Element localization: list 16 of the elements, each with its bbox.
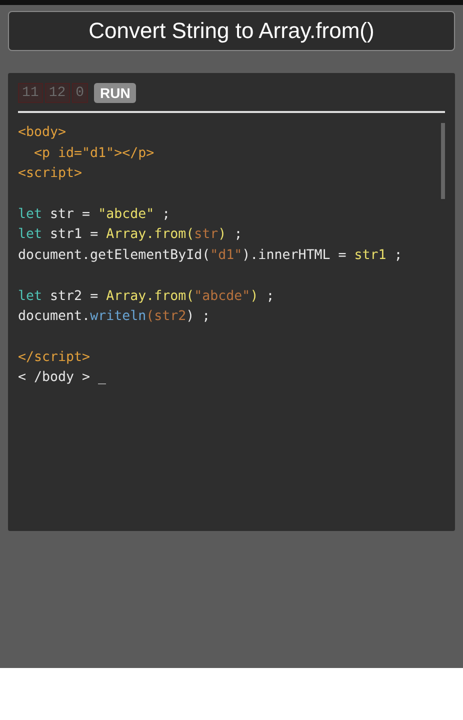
code-line: <script> <box>18 165 84 184</box>
counter-field: 0 <box>72 83 88 103</box>
counter-field: 12 <box>44 83 70 103</box>
code-line: </script> <box>18 348 92 367</box>
code-line: let str = "abcde" ; <box>18 206 172 224</box>
code-line: document.getElementById("d1").innerHTML = str1 ; <box>18 246 404 265</box>
scrollbar[interactable] <box>441 123 445 199</box>
code-line: let str2 = Array.from("abcde") ; <box>18 288 276 306</box>
code-line: document.writeln(str2) ; <box>18 308 212 326</box>
code-line: let str1 = Array.from(str) ; <box>18 226 244 244</box>
run-button[interactable]: RUN <box>94 83 136 103</box>
code-line: <body> <box>18 124 68 142</box>
counter-field: 11 <box>18 83 43 103</box>
code-line: <p id="d1"></p> <box>33 144 156 163</box>
code-line: < /body > _ <box>18 369 108 388</box>
page-title: Convert String to Array.from() <box>8 11 455 51</box>
